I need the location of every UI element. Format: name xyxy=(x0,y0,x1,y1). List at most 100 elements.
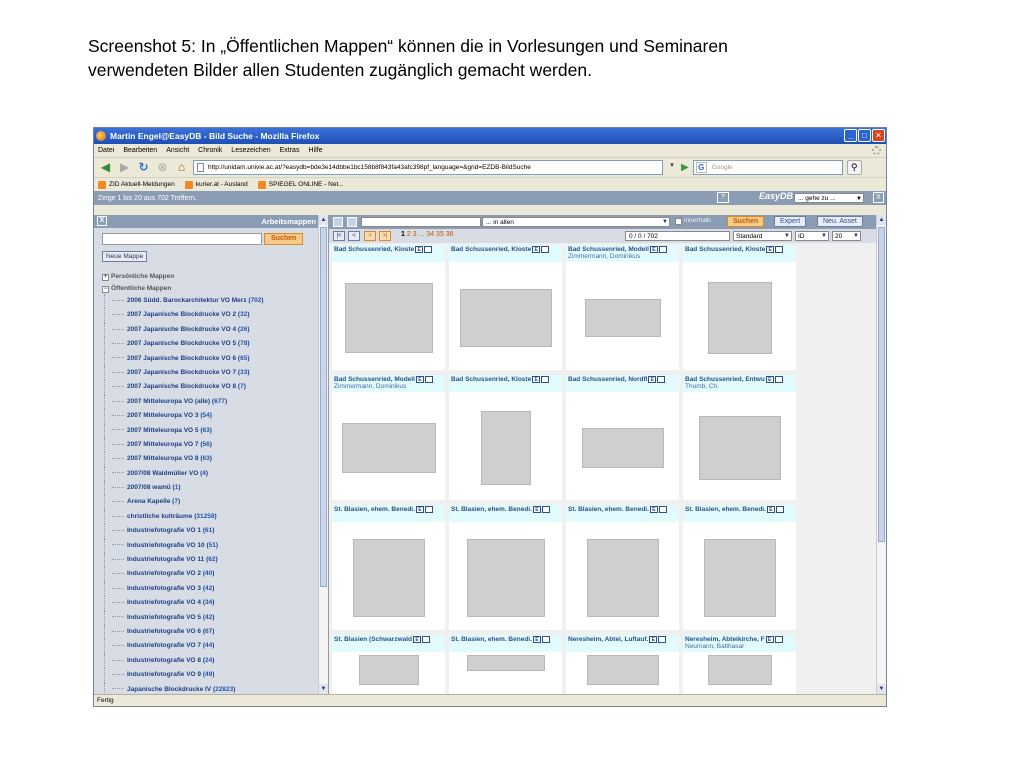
thumbnail-image[interactable] xyxy=(707,281,772,354)
result-card[interactable]: Neresheim, Abtei, Luftauf. E xyxy=(566,635,679,694)
folders-scrollbar[interactable]: ▲ ▼ xyxy=(318,215,328,694)
back-arrow-icon[interactable]: ◀ xyxy=(98,160,113,175)
edit-icon[interactable]: E xyxy=(415,246,424,253)
forward-arrow-icon[interactable]: ▶ xyxy=(117,160,132,175)
edit-icon[interactable]: E xyxy=(766,506,775,513)
result-card[interactable]: Bad Schussenried, Nordfl E xyxy=(566,375,679,500)
thumbnail-image[interactable] xyxy=(459,288,552,347)
edit-icon[interactable]: E xyxy=(413,636,422,643)
select-checkbox[interactable] xyxy=(541,376,550,383)
folder-item[interactable]: 2007 Mitteleuropa VO (alle) (677) xyxy=(102,394,314,410)
folder-item[interactable]: Industriefotografie VO 6 (67) xyxy=(102,624,314,640)
result-title[interactable]: Bad Schussenried, Kloste xyxy=(451,376,531,383)
maximize-button[interactable]: □ xyxy=(858,129,871,142)
folder-item[interactable]: 2007 Japanische Blockdrucke VO 8 (7) xyxy=(102,380,314,396)
collapse-icon[interactable]: − xyxy=(102,285,109,293)
thumbnail-image[interactable] xyxy=(586,655,659,685)
result-title[interactable]: St. Blasien, ehem. Benedi. xyxy=(451,506,532,513)
folder-item[interactable]: Industriefotografie VO 1 (61) xyxy=(102,524,314,540)
folder-item[interactable]: Industriefotografie VO 4 (34) xyxy=(102,596,314,611)
result-title[interactable]: Bad Schussenried, Kloste xyxy=(334,246,414,253)
help-button[interactable]: ? xyxy=(717,192,729,203)
menu-lesezeichen[interactable]: Lesezeichen xyxy=(231,147,270,154)
goto-select[interactable]: ... gehe zu ... ▼ xyxy=(794,193,864,203)
result-title[interactable]: St. Blasien (Schwarzwald xyxy=(334,636,412,643)
new-folder-button[interactable]: Neue Mappe xyxy=(102,251,148,262)
folder-item[interactable]: 2007 Mitteleuropa VO 7 (56) xyxy=(102,437,314,453)
thumbnail-image[interactable] xyxy=(480,410,531,485)
scroll-down-icon[interactable]: ▼ xyxy=(877,684,886,694)
scroll-down-icon[interactable]: ▼ xyxy=(319,684,328,694)
folder-item[interactable]: 2007 Japanische Blockdrucke VO 5 (78) xyxy=(102,337,314,352)
folder-item[interactable]: 2007/08 Waldmüller VO (4) xyxy=(102,466,314,482)
result-card[interactable]: St. Blasien, ehem. Benedi. E xyxy=(566,505,679,630)
result-title[interactable]: Bad Schussenried, Kloste xyxy=(685,246,765,253)
result-title[interactable]: St. Blasien, ehem. Benedi. xyxy=(334,506,415,513)
last-page-button[interactable]: >| xyxy=(379,231,391,241)
result-title[interactable]: Bad Schussenried, Kloste xyxy=(451,246,531,253)
folder-item[interactable]: 2007 Japanische Blockdrucke VO 4 (26) xyxy=(102,322,314,338)
select-checkbox[interactable] xyxy=(774,636,783,643)
lightbox-icon[interactable] xyxy=(347,217,357,227)
search-icon[interactable]: ⚲ xyxy=(846,160,862,175)
thumbnail-image[interactable] xyxy=(352,538,425,617)
scope-select[interactable]: ... in allen ▼ xyxy=(482,217,670,227)
tree-node-personal[interactable]: + Persönliche Mappen xyxy=(102,271,314,283)
page-links[interactable]: 1 2 3 ... 34 35 36 xyxy=(401,231,454,238)
search-engine-input[interactable]: G Google xyxy=(692,160,843,175)
select-checkbox[interactable] xyxy=(424,506,433,513)
folder-item[interactable]: Industriefotografie VO 9 (49) xyxy=(102,668,314,683)
menu-extras[interactable]: Extras xyxy=(280,147,300,154)
thumbnail-image[interactable] xyxy=(698,415,781,480)
view-mode-select[interactable]: Standard ▼ xyxy=(733,231,792,241)
query-input[interactable] xyxy=(361,217,481,227)
folder-item[interactable]: Industriefotografie VO 2 (40) xyxy=(102,567,314,583)
edit-icon[interactable]: E xyxy=(532,506,541,513)
go-arrow-icon[interactable]: ▶ xyxy=(681,162,689,173)
folder-item[interactable]: 2006 Südd. Barockarchitektur VO Merz (70… xyxy=(102,294,314,309)
folder-item[interactable]: Industriefotografie VO 5 (42) xyxy=(102,610,314,626)
page-numbers[interactable]: 2 3 ... 34 35 36 xyxy=(407,231,454,238)
edit-icon[interactable]: E xyxy=(649,636,658,643)
result-title[interactable]: Bad Schussenried, Modell xyxy=(568,246,649,253)
result-card[interactable]: St. Blasien, ehem. Benedi. E xyxy=(449,635,562,694)
edit-icon[interactable]: E xyxy=(648,376,657,383)
result-title[interactable]: St. Blasien, ehem. Benedi. xyxy=(685,506,766,513)
result-card[interactable]: Bad Schussenried, Kloste E xyxy=(332,245,445,370)
thumbnail-image[interactable] xyxy=(344,282,433,353)
view-toggle-icon[interactable] xyxy=(333,217,343,227)
within-checkbox[interactable] xyxy=(675,218,682,225)
folder-item[interactable]: Industriefotografie VO 10 (51) xyxy=(102,538,314,554)
menu-hilfe[interactable]: Hilfe xyxy=(308,147,322,154)
result-title[interactable]: St. Blasien, ehem. Benedi. xyxy=(568,506,649,513)
edit-icon[interactable]: E xyxy=(765,376,774,383)
select-checkbox[interactable] xyxy=(422,636,431,643)
edit-icon[interactable]: E xyxy=(765,636,774,643)
folder-item[interactable]: Arena Kapelle (7) xyxy=(102,495,314,511)
folder-item[interactable]: 2007 Japanische Blockdrucke VO 7 (33) xyxy=(102,365,314,381)
result-title[interactable]: Neresheim, Abteikirche, F xyxy=(685,636,765,643)
folder-search-input[interactable] xyxy=(102,233,262,245)
result-card[interactable]: Bad Schussenried, Kloste E xyxy=(449,245,562,370)
edit-icon[interactable]: E xyxy=(415,376,424,383)
result-title[interactable]: Bad Schussenried, Nordfl xyxy=(568,376,647,383)
folder-item[interactable]: Industriefotografie VO 3 (42) xyxy=(102,581,314,597)
new-asset-button[interactable]: Neu. Asset xyxy=(817,216,863,227)
select-checkbox[interactable] xyxy=(658,246,667,253)
scroll-up-icon[interactable]: ▲ xyxy=(319,215,328,225)
thumbnail-image[interactable] xyxy=(703,538,776,617)
edit-icon[interactable]: E xyxy=(532,246,541,253)
select-checkbox[interactable] xyxy=(658,506,667,513)
select-checkbox[interactable] xyxy=(541,246,550,253)
edit-icon[interactable]: E xyxy=(415,506,424,513)
select-checkbox[interactable] xyxy=(774,376,783,383)
folder-item[interactable]: 2007 Japanische Blockdrucke VO 2 (32) xyxy=(102,308,314,324)
select-checkbox[interactable] xyxy=(424,246,433,253)
tree-node-public[interactable]: − Öffentliche Mappen xyxy=(102,283,314,295)
thumbnail-image[interactable] xyxy=(341,422,436,473)
folder-item[interactable]: 2007 Mitteleuropa VO 5 (63) xyxy=(102,423,314,439)
results-scrollbar[interactable]: ▲ ▼ xyxy=(876,215,886,694)
reload-icon[interactable]: ↻ xyxy=(136,160,151,175)
window-titlebar[interactable]: Martin Engel@EasyDB - Bild Suche - Mozil… xyxy=(94,128,886,144)
bookmark-kurier[interactable]: kurier.at - Ausland xyxy=(184,180,248,189)
